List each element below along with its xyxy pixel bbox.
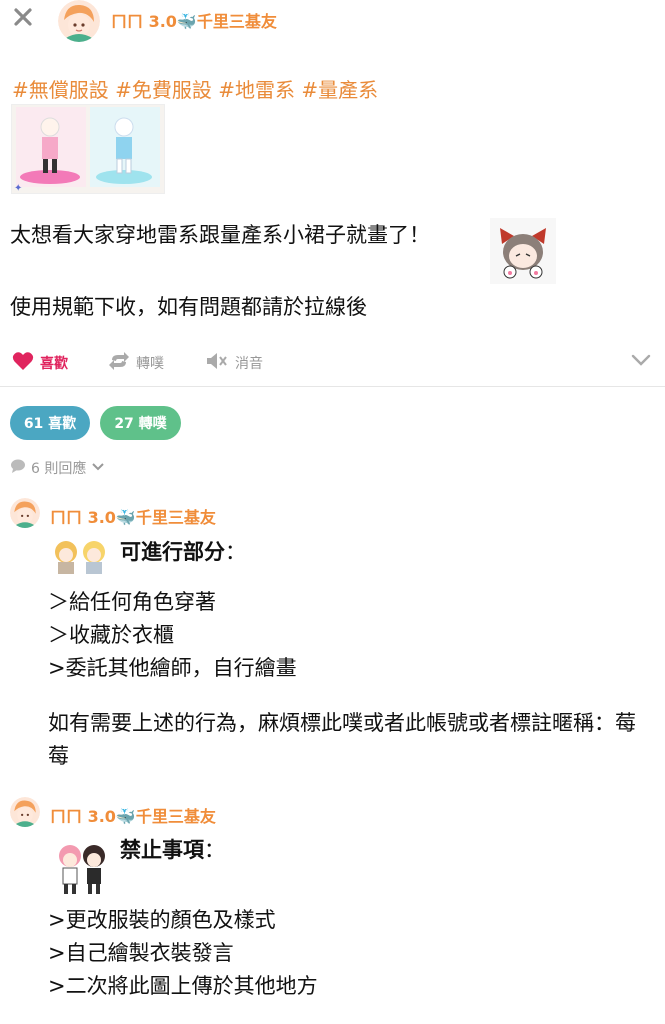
likes-count-badge[interactable]: 61 喜歡: [10, 406, 90, 440]
chevron-down-icon: [91, 460, 105, 476]
svg-text:✦: ✦: [14, 183, 22, 193]
comment-line: ＞給任何角色穿著: [48, 590, 216, 614]
replies-label: 6 則回應: [31, 461, 87, 477]
mute-button[interactable]: 消音: [205, 351, 263, 375]
close-icon[interactable]: [12, 6, 34, 28]
comment-line: >更改服裝的顏色及樣式: [48, 908, 276, 932]
comment-author-suffix: 千里三基友: [135, 807, 216, 826]
reposts-count-badge[interactable]: 27 轉噗: [100, 406, 181, 440]
post-header: ㄇㄇ 3.0🐳千里三基友: [0, 0, 665, 42]
comment-heading-text: 禁止事項: [120, 838, 204, 862]
author-name-prefix: ㄇㄇ 3.0: [111, 12, 177, 31]
author-name-suffix: 千里三基友: [196, 12, 277, 31]
divider: [0, 386, 665, 387]
repost-button[interactable]: 轉噗: [108, 351, 164, 375]
comment-icon: [10, 459, 26, 477]
sticker-image: [52, 842, 112, 896]
comment-author-suffix: 千里三基友: [135, 508, 216, 527]
post-image-thumbnail[interactable]: ✦: [11, 104, 165, 194]
comment-author-prefix: ㄇㄇ 3.0: [50, 807, 116, 826]
like-label: 喜歡: [40, 356, 68, 372]
comment-heading: 禁止事項：: [120, 834, 225, 867]
comment-heading-colon: ：: [225, 540, 246, 564]
comment-avatar[interactable]: [10, 498, 40, 528]
comment-heading-text: 可進行部分: [120, 540, 225, 564]
repost-label: 轉噗: [136, 356, 164, 372]
comment-paragraph: 如有需要上述的行為，麻煩標此噗或者此帳號或者標註暱稱：莓莓: [48, 711, 636, 768]
comment-author-name[interactable]: ㄇㄇ 3.0🐳千里三基友: [50, 803, 216, 827]
whale-icon: 🐳: [176, 12, 197, 31]
comment-line: >自己繪製衣裝發言: [48, 941, 234, 965]
author-avatar[interactable]: [58, 0, 100, 42]
like-button[interactable]: 喜歡: [12, 351, 68, 375]
comment-avatar[interactable]: [10, 797, 40, 827]
mute-label: 消音: [235, 356, 263, 372]
post-tags[interactable]: #無償服設 #免費服設 #地雷系 #量產系: [12, 74, 378, 103]
repost-icon: [108, 351, 130, 375]
comment-line: ＞收藏於衣櫃: [48, 623, 174, 647]
comment-author-name[interactable]: ㄇㄇ 3.0🐳千里三基友: [50, 504, 216, 528]
comment-author-prefix: ㄇㄇ 3.0: [50, 508, 116, 527]
comment-heading-colon: ：: [204, 838, 225, 862]
heart-icon: [12, 351, 34, 375]
mute-icon: [205, 351, 229, 375]
post-text-line-2: 使用規範下收，如有問題都請於拉線後: [10, 295, 367, 319]
comment-line: >二次將此圖上傳於其他地方: [48, 974, 318, 998]
whale-icon: 🐳: [115, 508, 136, 527]
author-name[interactable]: ㄇㄇ 3.0🐳千里三基友: [111, 8, 277, 32]
comment-heading: 可進行部分：: [120, 536, 246, 569]
sticker-image: [490, 218, 556, 284]
chevron-down-icon[interactable]: [630, 353, 652, 371]
post-actions: 喜歡 轉噗 消音: [0, 346, 665, 378]
replies-toggle[interactable]: 6 則回應: [10, 458, 105, 478]
comment-line: >委託其他繪師，自行繪畫: [48, 656, 297, 680]
whale-icon: 🐳: [115, 807, 136, 826]
post-text-line-1: 太想看大家穿地雷系跟量產系小裙子就畫了！: [10, 223, 430, 247]
sticker-image: [48, 538, 114, 576]
